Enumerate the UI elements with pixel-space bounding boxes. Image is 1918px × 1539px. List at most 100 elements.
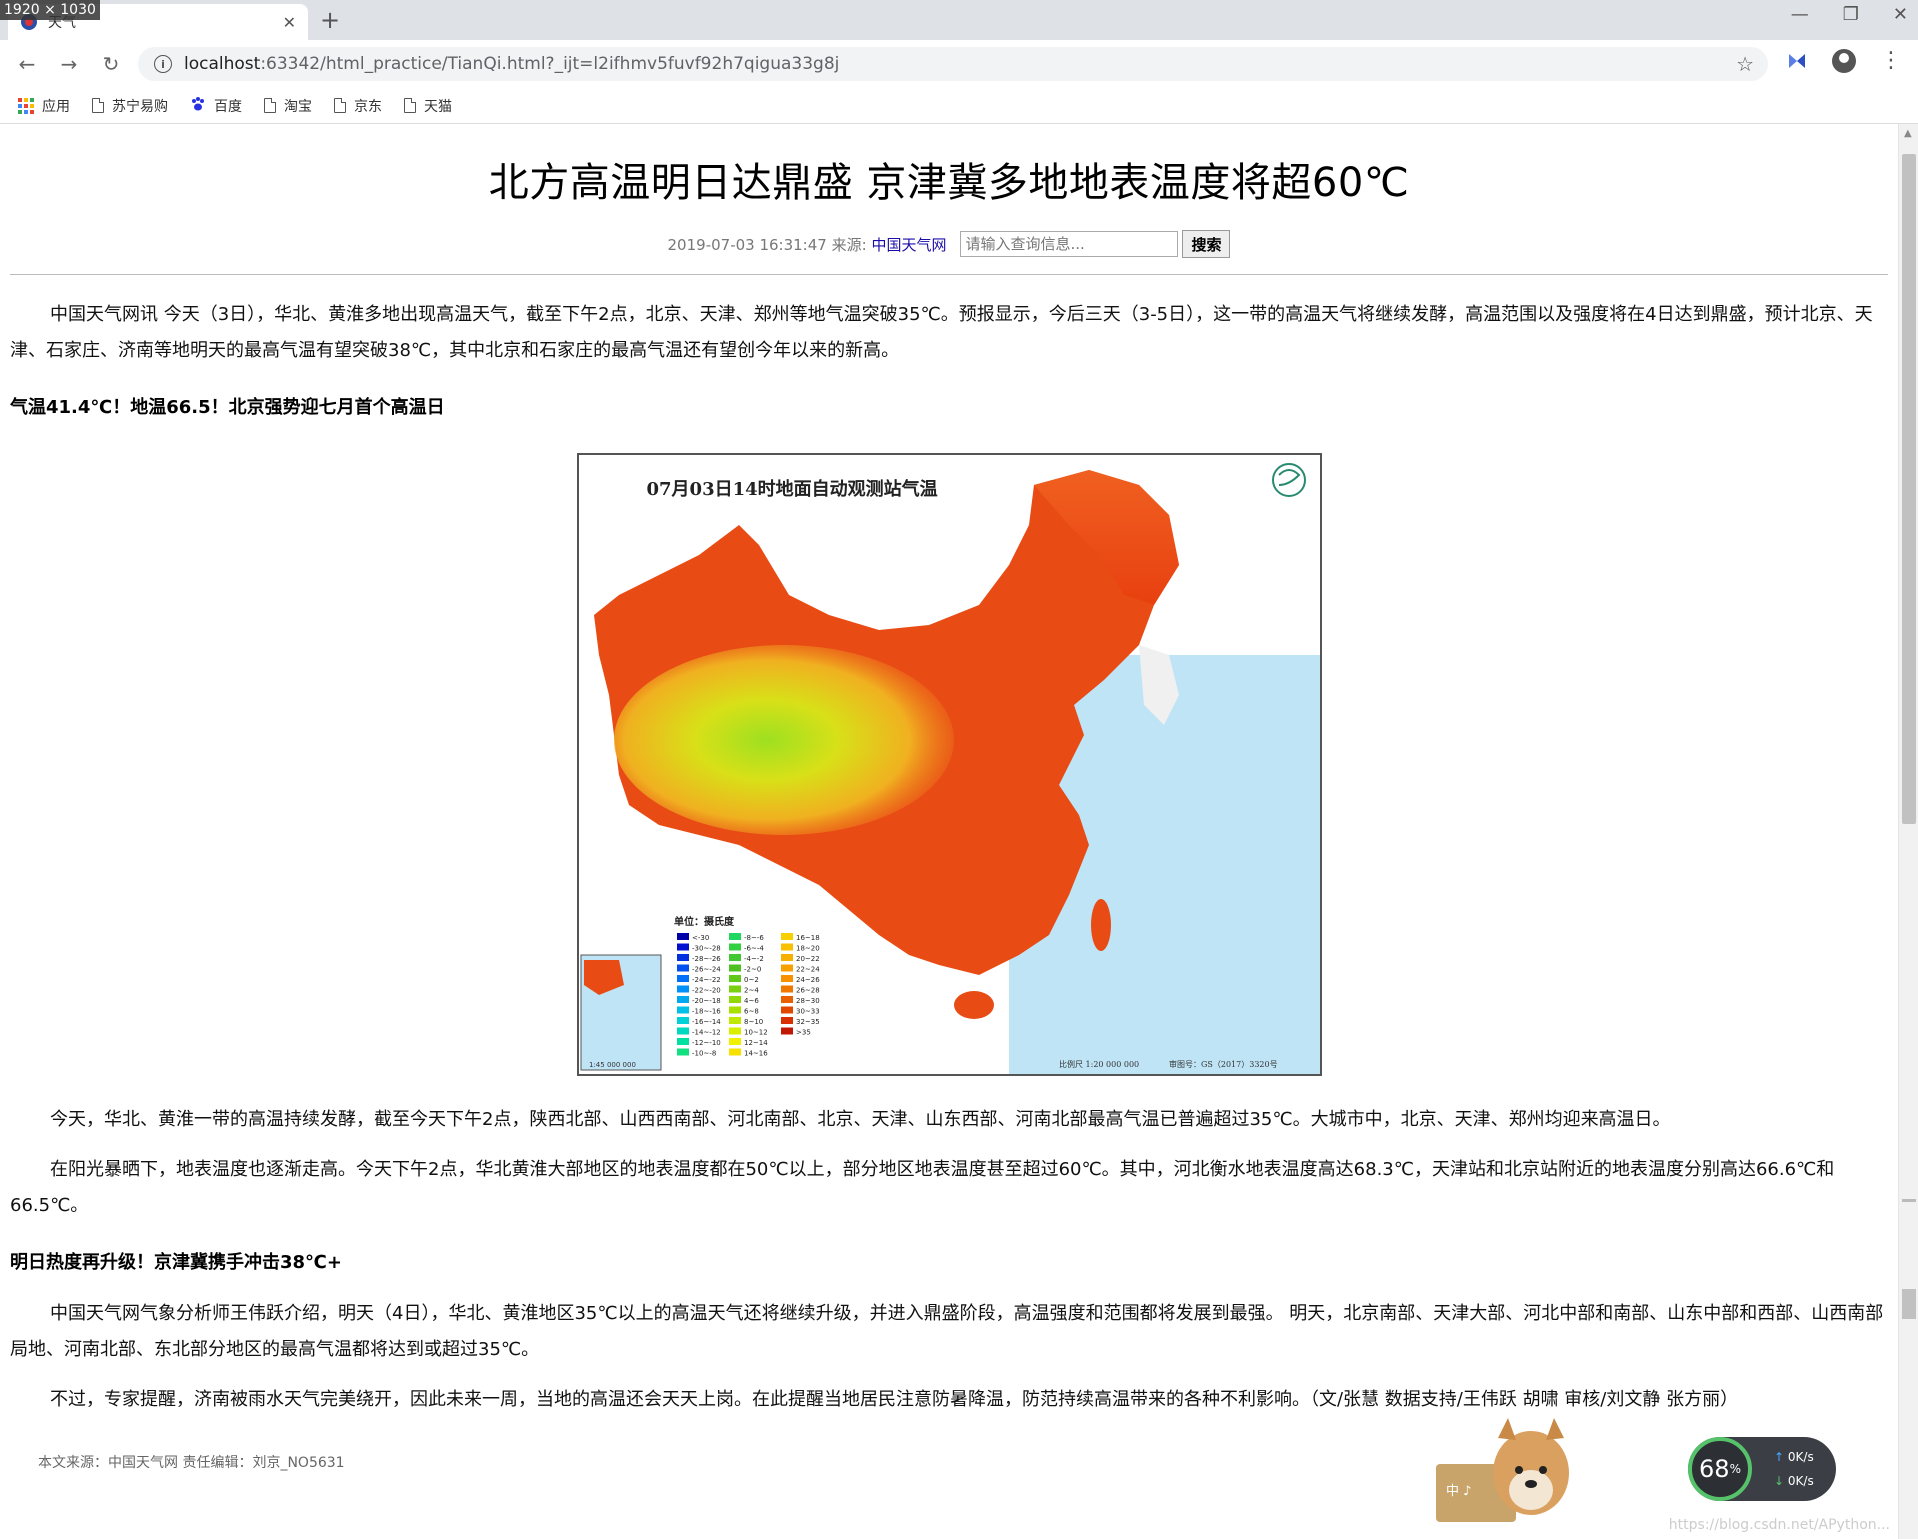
legend-swatch xyxy=(728,933,741,940)
legend: <-30 -30~-28 -28~-26 -26~-24 -24~-22 -22~-20 -… xyxy=(676,933,820,1058)
article-meta: 2019-07-03 16:31:47 来源: 中国天气网 搜索 xyxy=(10,230,1888,258)
screen-size-badge: 1920 × 1030 xyxy=(0,0,100,20)
legend-title: 单位：摄氏度 xyxy=(674,915,735,928)
legend-swatch xyxy=(728,996,741,1003)
bookmark-baidu[interactable]: 百度 xyxy=(190,96,242,116)
temperature-map: 1:45 000 000 单位：摄氏度 <-30 -30~-28 -28~-26 -2… xyxy=(576,453,1322,1076)
map-scale: 比例尺 1:20 000 000 xyxy=(1059,1059,1139,1069)
bookmark-label: 百度 xyxy=(214,98,242,115)
site-info-icon[interactable]: i xyxy=(154,55,172,73)
legend-label: 12~14 xyxy=(744,1039,768,1047)
legend-label: -30~-28 xyxy=(692,945,721,953)
tab-close-icon[interactable]: ✕ xyxy=(283,13,296,32)
paragraph-2: 今天，华北、黄淮一带的高温持续发酵，截至今天下午2点，陕西北部、山西西南部、河北… xyxy=(50,1109,1671,1130)
legend-label: -26~-24 xyxy=(692,966,721,974)
legend-label: 8~10 xyxy=(744,1018,763,1026)
legend-label: 2~4 xyxy=(744,987,759,995)
map-title: 07月03日14时地面自动观测站气温 xyxy=(646,479,938,500)
bookmark-label: 淘宝 xyxy=(284,98,312,115)
paragraph-1: 中国天气网讯 今天（3日），华北、黄淮多地出现高温天气，截至下午2点，北京、天津… xyxy=(10,304,1873,361)
scroll-up-icon[interactable]: ▲ xyxy=(1904,128,1912,139)
divider xyxy=(10,274,1888,275)
forward-icon[interactable]: → xyxy=(54,49,84,79)
bookmark-taobao[interactable]: 淘宝 xyxy=(264,96,312,116)
legend-label: 0~2 xyxy=(744,976,759,984)
toolbar-right: ⋮ xyxy=(1786,49,1902,73)
extension-icon[interactable] xyxy=(1786,50,1808,72)
legend-label: 30~33 xyxy=(796,1008,820,1016)
legend-swatch xyxy=(676,954,689,961)
page-scrollbar[interactable]: ▲ xyxy=(1898,124,1918,1539)
legend-label: -8~-6 xyxy=(744,934,764,942)
legend-swatch xyxy=(676,996,689,1003)
legend-label: 22~24 xyxy=(796,966,820,974)
legend-label: <-30 xyxy=(692,934,709,942)
cma-logo-icon xyxy=(1271,463,1306,497)
bookmark-apps[interactable]: 应用 xyxy=(18,96,70,116)
legend-swatch xyxy=(780,1006,793,1014)
legend-swatch xyxy=(676,1027,689,1035)
close-window-icon[interactable]: ✕ xyxy=(1893,4,1908,25)
legend-label: -24~-22 xyxy=(692,976,721,984)
watermark: https://blog.csdn.net/APython... xyxy=(1668,1517,1890,1533)
legend-swatch xyxy=(728,1027,741,1035)
legend-swatch xyxy=(780,1027,793,1035)
legend-label: -6~-4 xyxy=(744,945,764,953)
legend-swatch xyxy=(780,964,793,972)
menu-icon[interactable]: ⋮ xyxy=(1880,50,1902,72)
scroll-thumb[interactable] xyxy=(1902,154,1916,824)
legend-label: -16~-14 xyxy=(692,1018,721,1026)
source-label: 来源: xyxy=(831,235,867,254)
legend-swatch xyxy=(728,964,741,972)
net-percent: 68 xyxy=(1699,1455,1730,1483)
legend-label: 14~16 xyxy=(744,1050,768,1058)
dog-widget[interactable]: 中 ♪ xyxy=(1436,1418,1576,1524)
page-icon xyxy=(264,98,276,113)
address-bar[interactable]: i localhost:63342/html_practice/TianQi.h… xyxy=(138,47,1768,81)
legend-swatch xyxy=(728,1038,741,1045)
legend-swatch xyxy=(728,1017,741,1024)
legend-swatch xyxy=(728,1006,741,1014)
footer-source: 本文来源：中国天气网 责任编辑：刘京_NO5631 xyxy=(38,1455,345,1471)
legend-swatch xyxy=(728,1048,741,1056)
url-host: localhost xyxy=(184,54,261,74)
bookmark-label: 京东 xyxy=(354,98,382,115)
legend-label: >35 xyxy=(796,1029,811,1037)
taiwan xyxy=(1090,899,1111,951)
article-page: 北方高温明日达鼎盛 京津冀多地地表温度将超60℃ 2019-07-03 16:3… xyxy=(0,124,1898,1539)
bookmark-star-icon[interactable]: ☆ xyxy=(1736,52,1754,76)
minimize-icon[interactable]: — xyxy=(1791,4,1809,25)
legend-label: -12~-10 xyxy=(692,1039,721,1047)
page-icon xyxy=(404,98,416,113)
article-date: 2019-07-03 16:31:47 xyxy=(667,235,827,254)
article-title: 北方高温明日达鼎盛 京津冀多地地表温度将超60℃ xyxy=(488,160,1410,206)
network-speed-widget[interactable]: 68% ↑ 0K/s ↓ 0K/s xyxy=(1688,1437,1836,1501)
browser-toolbar: ← → ↻ i localhost:63342/html_practice/Ti… xyxy=(0,40,1918,88)
scroll-marker xyxy=(1902,1199,1916,1202)
back-icon[interactable]: ← xyxy=(12,49,42,79)
account-icon[interactable] xyxy=(1832,49,1856,73)
legend-swatch xyxy=(676,1006,689,1014)
legend-swatch xyxy=(780,996,793,1003)
bookmark-jd[interactable]: 京东 xyxy=(334,96,382,116)
legend-swatch xyxy=(676,964,689,972)
bookmark-label: 应用 xyxy=(42,98,70,115)
search-button[interactable]: 搜索 xyxy=(1182,230,1231,258)
legend-label: -22~-20 xyxy=(692,987,721,995)
scroll-marker xyxy=(1902,1289,1916,1319)
bookmark-suning[interactable]: 苏宁易购 xyxy=(92,96,168,116)
source-link[interactable]: 中国天气网 xyxy=(871,236,946,254)
new-tab-icon[interactable]: + xyxy=(320,6,340,34)
reload-icon[interactable]: ↻ xyxy=(96,49,126,79)
download-speed: 0K/s xyxy=(1787,1474,1814,1488)
search-input[interactable] xyxy=(960,231,1179,257)
page-icon xyxy=(92,98,104,113)
restore-icon[interactable]: ❐ xyxy=(1843,4,1859,25)
legend-label: 28~30 xyxy=(796,997,820,1005)
legend-label: -28~-26 xyxy=(692,955,721,963)
tab-bar: 天气 ✕ + — ❐ ✕ xyxy=(0,0,1918,40)
search-box: 搜索 xyxy=(960,230,1231,258)
bookmark-tmall[interactable]: 天猫 xyxy=(404,96,452,116)
legend-label: 16~18 xyxy=(796,934,820,942)
dog-widget-text: 中 ♪ xyxy=(1446,1484,1472,1499)
